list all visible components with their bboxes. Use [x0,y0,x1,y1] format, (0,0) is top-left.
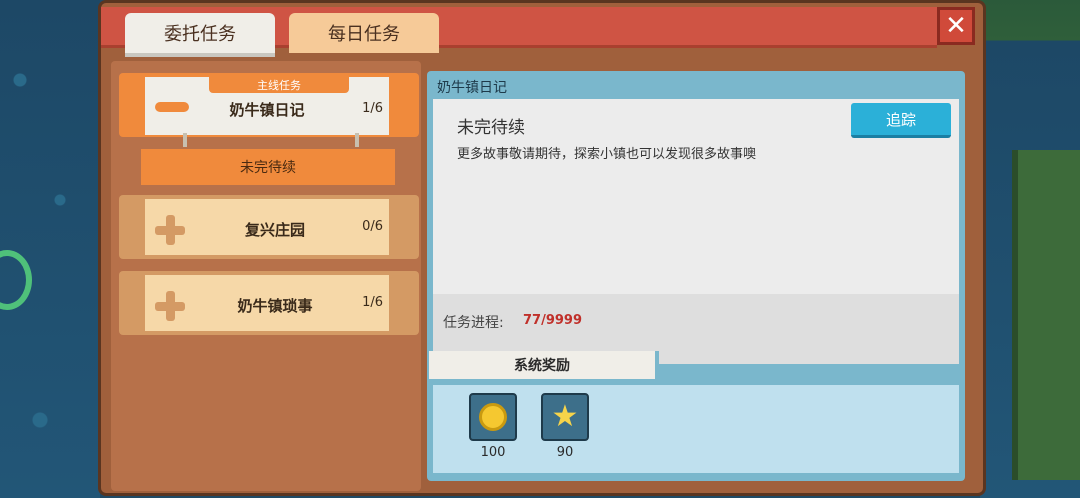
tab-daily[interactable]: 每日任务 [289,13,439,53]
quest-card: 复兴庄园 0/6 [145,199,389,255]
track-button[interactable]: 追踪 [851,103,951,138]
progress-label: 任务进程: [443,315,504,331]
quest-title: 复兴庄园 [244,221,305,239]
quest-title: 奶牛镇日记 [229,101,305,119]
reward-value: 90 [556,445,574,460]
detail-status: 未完待续 [457,118,525,138]
quest-count: 1/6 [362,295,383,310]
reward-box: 100 ★ 90 [433,385,959,473]
close-button[interactable]: ✕ [937,7,975,45]
tab-commission[interactable]: 委托任务 [125,13,275,57]
main-quest-tag: 主线任务 [209,77,349,93]
quest-detail-panel: 奶牛镇日记 未完待续 更多故事敬请期待，探索小镇也可以发现很多故事噢 追踪 任务… [427,71,965,481]
reward-tab: 系统奖励 [429,351,659,379]
reward-item[interactable]: 100 [469,393,521,460]
quest-sub-status[interactable]: 未完待续 [141,149,395,185]
background-island [1012,150,1080,480]
quest-title: 奶牛镇琐事 [237,297,313,315]
quest-card: 奶牛镇琐事 1/6 [145,275,389,331]
star-icon: ★ [541,393,589,441]
background-left-water [0,0,100,498]
quest-item-selected[interactable]: 主线任务 奶牛镇日记 1/6 [119,73,419,147]
card-leg [355,133,359,147]
quest-count: 1/6 [362,101,383,116]
progress-value: 77/9999 [523,313,583,328]
detail-description: 更多故事敬请期待，探索小镇也可以发现很多故事噢 [457,147,757,162]
quest-item[interactable]: 奶牛镇琐事 1/6 [119,271,419,335]
quest-item[interactable]: 复兴庄园 0/6 [119,195,419,259]
quest-count: 0/6 [362,219,383,234]
coin-icon [469,393,517,441]
quest-list-panel: 主线任务 奶牛镇日记 1/6 未完待续 复兴庄园 0/6 奶牛镇琐事 1/6 [111,61,421,491]
quest-window: 委托任务 每日任务 ✕ 主线任务 奶牛镇日记 1/6 未完待续 复兴庄园 0/6 [98,0,986,496]
detail-title: 奶牛镇日记 [437,80,507,96]
card-leg [183,133,187,147]
reward-item[interactable]: ★ 90 [541,393,593,460]
reward-value: 100 [480,445,506,460]
quest-card: 主线任务 奶牛镇日记 1/6 [145,77,389,135]
